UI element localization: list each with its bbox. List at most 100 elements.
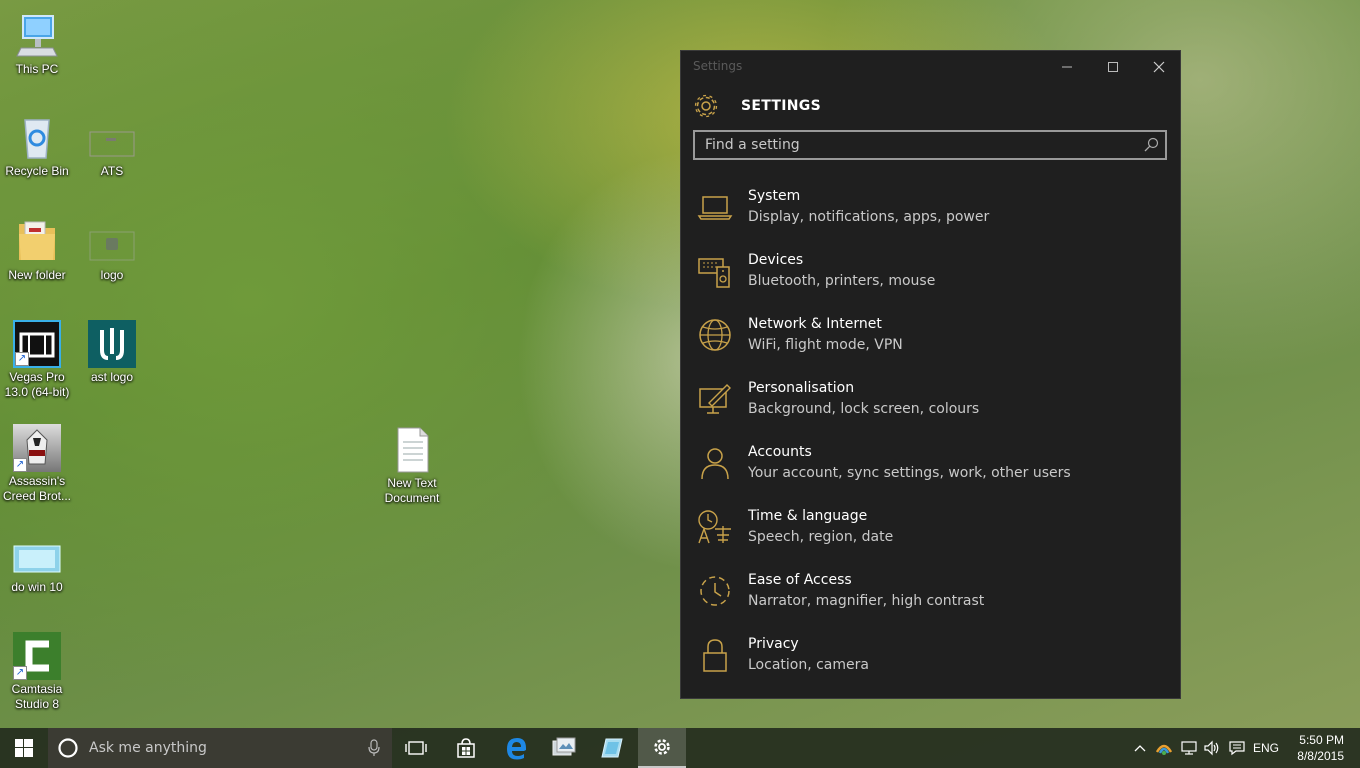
cortana-search-box[interactable] [48, 728, 392, 768]
settings-item-subtitle: Location, camera [748, 657, 869, 673]
settings-item-title: System [748, 188, 801, 204]
speaker-icon [1204, 740, 1219, 756]
settings-item-privacy[interactable]: Privacy Location, camera [681, 629, 1180, 693]
desktop-icon-label: ast logo [90, 370, 134, 384]
person-icon [701, 448, 729, 480]
settings-item-title: Devices [748, 252, 804, 268]
desktop-icon-new-text-document[interactable]: New Text Document [376, 426, 448, 506]
desktop-icon-label: New Text Document [384, 476, 440, 505]
photos-app-icon [552, 737, 576, 756]
title-bar[interactable]: Settings [681, 51, 1180, 83]
desktop-icon-label: ATS [100, 164, 124, 178]
folder-icon [13, 218, 61, 266]
desktop-icon-vegas-pro[interactable]: ↗ Vegas Pro 13.0 (64-bit) [1, 320, 73, 400]
settings-search-box[interactable] [693, 130, 1167, 160]
shortcut-arrow-icon: ↗ [13, 458, 27, 472]
edge-browser-button[interactable] [492, 728, 540, 768]
desktop-icon-logo[interactable]: logo [76, 218, 148, 283]
desktop-icon-assassins-creed[interactable]: ↗ Assassin's Creed Brot... [1, 424, 73, 504]
desktop-icon-label: logo [100, 268, 124, 282]
tray-app-button[interactable] [1154, 728, 1174, 768]
close-button[interactable] [1136, 51, 1182, 83]
cortana-search-input[interactable] [87, 739, 351, 757]
personalisation-icon [699, 384, 731, 414]
maximize-icon [1108, 62, 1118, 72]
settings-item-title: Time & language [748, 508, 868, 524]
desktop-icon-ats[interactable]: ATS [76, 114, 148, 179]
image-thumbnail-icon [88, 114, 136, 162]
minimize-icon [1062, 66, 1072, 68]
shortcut-arrow-icon: ↗ [13, 666, 27, 680]
settings-item-ease-of-access[interactable]: Ease of Access Narrator, magnifier, high… [681, 565, 1180, 629]
store-icon [457, 738, 475, 758]
start-button[interactable] [0, 728, 48, 768]
close-icon [1153, 61, 1165, 73]
camtasia-icon: ↗ [13, 632, 61, 680]
notepad-app-button[interactable] [588, 728, 636, 768]
desktop-icon-do-win-10[interactable]: do win 10 [1, 530, 73, 595]
computer-icon [13, 12, 61, 60]
settings-item-title: Personalisation [748, 380, 855, 396]
desktop-icon-this-pc[interactable]: This PC [1, 12, 73, 77]
cortana-icon [58, 738, 78, 758]
settings-item-accounts[interactable]: Accounts Your account, sync settings, wo… [681, 437, 1180, 501]
network-button[interactable] [1178, 728, 1200, 768]
notepad-app-icon [601, 738, 623, 758]
action-center-button[interactable] [1226, 728, 1248, 768]
settings-app-button[interactable] [638, 728, 686, 768]
tray-app-icon [1155, 744, 1173, 755]
assassins-creed-icon: ↗ [13, 424, 61, 472]
desktop-icon-label: Recycle Bin [5, 164, 69, 178]
settings-item-subtitle: Narrator, magnifier, high contrast [748, 593, 985, 609]
settings-item-subtitle: Bluetooth, printers, mouse [748, 273, 936, 289]
settings-item-devices[interactable]: Devices Bluetooth, printers, mouse [681, 245, 1180, 309]
task-view-button[interactable] [392, 728, 440, 768]
ease-of-access-icon [700, 576, 730, 606]
desktop-icon-label: Camtasia Studio 8 [11, 682, 63, 711]
store-button[interactable] [442, 728, 490, 768]
page-title: SETTINGS [741, 98, 821, 114]
gear-icon [694, 94, 718, 118]
text-document-icon [388, 426, 436, 474]
task-view-icon [405, 741, 427, 755]
desktop-icon-new-folder[interactable]: New folder [1, 218, 73, 283]
settings-item-network[interactable]: Network & Internet WiFi, flight mode, VP… [681, 309, 1180, 373]
settings-category-list: System Display, notifications, apps, pow… [681, 181, 1180, 693]
windows-logo-icon [15, 739, 33, 757]
settings-item-time-language[interactable]: Time & language Speech, region, date [681, 501, 1180, 565]
globe-icon [699, 319, 731, 351]
laptop-icon [697, 196, 733, 220]
settings-item-title: Ease of Access [748, 572, 852, 588]
notification-icon [1229, 741, 1245, 756]
settings-item-subtitle: WiFi, flight mode, VPN [748, 337, 903, 353]
image-thumbnail-icon [13, 530, 61, 578]
desktop-icon-recycle-bin[interactable]: Recycle Bin [1, 114, 73, 179]
show-hidden-icons-button[interactable] [1130, 728, 1150, 768]
settings-header: SETTINGS [693, 93, 821, 119]
taskbar: ENG 5:50 PM 8/8/2015 [0, 728, 1360, 768]
edge-icon [507, 738, 526, 760]
desktop-icon-ast-logo[interactable]: ast logo [76, 320, 148, 385]
search-icon[interactable] [1143, 137, 1159, 153]
vegas-pro-icon: ↗ [13, 320, 61, 368]
desktop-icon-label: Vegas Pro 13.0 (64-bit) [4, 370, 70, 399]
settings-item-system[interactable]: System Display, notifications, apps, pow… [681, 181, 1180, 245]
clock-time: 5:50 PM [1299, 733, 1344, 747]
devices-icon [698, 258, 730, 288]
time-language-icon [698, 510, 731, 544]
input-language-indicator[interactable]: ENG [1250, 728, 1282, 768]
volume-button[interactable] [1201, 728, 1223, 768]
settings-search-input[interactable] [695, 132, 1125, 158]
maximize-button[interactable] [1090, 51, 1136, 83]
settings-item-personalisation[interactable]: Personalisation Background, lock screen,… [681, 373, 1180, 437]
clock[interactable]: 5:50 PM 8/8/2015 [1297, 732, 1344, 764]
desktop-icon-camtasia[interactable]: ↗ Camtasia Studio 8 [1, 632, 73, 712]
minimize-button[interactable] [1044, 51, 1090, 83]
photos-app-button[interactable] [540, 728, 588, 768]
gear-icon [654, 739, 670, 755]
settings-item-subtitle: Speech, region, date [748, 529, 894, 545]
shortcut-arrow-icon: ↗ [15, 352, 29, 366]
desktop-icon-label: New folder [8, 268, 66, 282]
microphone-icon[interactable] [367, 739, 381, 757]
ast-logo-icon [88, 320, 136, 368]
